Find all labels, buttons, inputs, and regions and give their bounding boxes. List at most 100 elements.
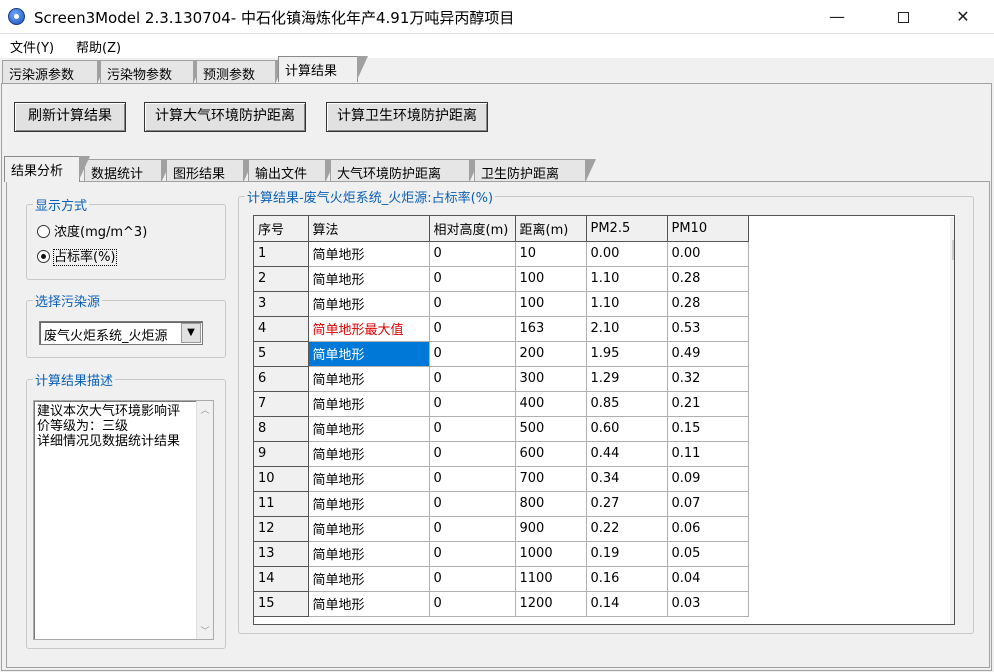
cell-algorithm[interactable]: 简单地形 <box>308 591 430 617</box>
menu-file[interactable]: 文件(Y) <box>10 37 54 56</box>
cell-pm25[interactable]: 0.16 <box>586 566 668 592</box>
tab-health-protection-distance[interactable]: 卫生防护距离 <box>474 159 596 183</box>
cell-distance[interactable]: 400 <box>515 391 587 417</box>
maximize-button[interactable] <box>880 0 926 34</box>
cell-distance[interactable]: 900 <box>515 516 587 542</box>
cell-index[interactable]: 11 <box>254 491 309 517</box>
cell-relative-height[interactable]: 0 <box>429 591 516 617</box>
cell-index[interactable]: 1 <box>254 241 309 267</box>
scroll-thumb[interactable] <box>952 240 954 260</box>
cell-pm25[interactable]: 1.95 <box>586 341 668 367</box>
cell-distance[interactable]: 500 <box>515 416 587 442</box>
cell-relative-height[interactable]: 0 <box>429 266 516 292</box>
cell-index[interactable]: 15 <box>254 591 309 617</box>
cell-pm10[interactable]: 0.04 <box>667 566 749 592</box>
cell-pm25[interactable]: 1.10 <box>586 291 668 317</box>
cell-relative-height[interactable]: 0 <box>429 516 516 542</box>
col-header-algorithm[interactable]: 算法 <box>308 216 430 242</box>
cell-distance[interactable]: 800 <box>515 491 587 517</box>
tab-source-params[interactable]: 污染源参数 <box>2 60 108 84</box>
cell-relative-height[interactable]: 0 <box>429 366 516 392</box>
table-row[interactable]: 6 简单地形 0 300 1.29 0.32 <box>254 366 749 392</box>
cell-index[interactable]: 12 <box>254 516 309 542</box>
tab-prediction-params[interactable]: 预测参数 <box>196 60 286 84</box>
cell-algorithm[interactable]: 简单地形 <box>308 416 430 442</box>
radio-concentration[interactable]: 浓度(mg/m^3) <box>37 221 147 240</box>
col-header-pm25[interactable]: PM2.5 <box>586 216 668 242</box>
cell-index[interactable]: 3 <box>254 291 309 317</box>
chevron-down-icon[interactable]: ▼ <box>181 323 201 343</box>
table-row[interactable]: 9 简单地形 0 600 0.44 0.11 <box>254 441 749 467</box>
col-header-index[interactable]: 序号 <box>254 216 309 242</box>
table-row[interactable]: 15 简单地形 0 1200 0.14 0.03 <box>254 591 749 617</box>
scroll-down-icon[interactable]: ⌄ <box>950 610 954 623</box>
cell-distance[interactable]: 163 <box>515 316 587 342</box>
pollution-source-dropdown[interactable]: 废气火炬系统_火炬源 ▼ <box>39 321 203 345</box>
tab-result-analysis[interactable]: 结果分析 <box>4 156 90 182</box>
cell-distance[interactable]: 1000 <box>515 541 587 567</box>
cell-algorithm[interactable]: 简单地形 <box>308 491 430 517</box>
cell-distance[interactable]: 10 <box>515 241 587 267</box>
cell-distance[interactable]: 200 <box>515 341 587 367</box>
cell-algorithm[interactable]: 简单地形 <box>308 566 430 592</box>
cell-pm10[interactable]: 0.05 <box>667 541 749 567</box>
cell-algorithm[interactable]: 简单地形最大值 <box>308 316 430 342</box>
col-header-relative-height[interactable]: 相对高度(m) <box>429 216 516 242</box>
cell-pm25[interactable]: 1.29 <box>586 366 668 392</box>
cell-relative-height[interactable]: 0 <box>429 491 516 517</box>
cell-pm25[interactable]: 1.10 <box>586 266 668 292</box>
table-row[interactable]: 7 简单地形 0 400 0.85 0.21 <box>254 391 749 417</box>
cell-distance[interactable]: 1200 <box>515 591 587 617</box>
cell-index[interactable]: 5 <box>254 341 309 367</box>
cell-pm10[interactable]: 0.07 <box>667 491 749 517</box>
radio-standard-ratio[interactable]: 占标率(%) <box>37 246 117 266</box>
cell-algorithm[interactable]: 简单地形 <box>308 341 430 367</box>
cell-pm10[interactable]: 0.00 <box>667 241 749 267</box>
cell-pm10[interactable]: 0.15 <box>667 416 749 442</box>
cell-relative-height[interactable]: 0 <box>429 241 516 267</box>
cell-index[interactable]: 7 <box>254 391 309 417</box>
col-header-pm10[interactable]: PM10 <box>667 216 749 242</box>
cell-algorithm[interactable]: 简单地形 <box>308 291 430 317</box>
cell-relative-height[interactable]: 0 <box>429 466 516 492</box>
cell-index[interactable]: 13 <box>254 541 309 567</box>
cell-pm25[interactable]: 0.27 <box>586 491 668 517</box>
close-button[interactable]: ✕ <box>940 0 986 34</box>
cell-index[interactable]: 9 <box>254 441 309 467</box>
cell-pm25[interactable]: 0.34 <box>586 466 668 492</box>
results-grid[interactable]: 序号 算法 相对高度(m) 距离(m) PM2.5 PM10 1 简单地形 0 10 0… <box>253 215 955 625</box>
cell-index[interactable]: 14 <box>254 566 309 592</box>
cell-distance[interactable]: 100 <box>515 266 587 292</box>
cell-pm10[interactable]: 0.09 <box>667 466 749 492</box>
cell-pm25[interactable]: 0.60 <box>586 416 668 442</box>
cell-index[interactable]: 6 <box>254 366 309 392</box>
menu-help[interactable]: 帮助(Z) <box>76 37 121 56</box>
cell-relative-height[interactable]: 0 <box>429 316 516 342</box>
table-row[interactable]: 2 简单地形 0 100 1.10 0.28 <box>254 266 749 292</box>
cell-relative-height[interactable]: 0 <box>429 416 516 442</box>
cell-distance[interactable]: 600 <box>515 441 587 467</box>
cell-algorithm[interactable]: 简单地形 <box>308 516 430 542</box>
cell-algorithm[interactable]: 简单地形 <box>308 266 430 292</box>
tab-atm-protection-distance[interactable]: 大气环境防护距离 <box>330 159 480 183</box>
cell-relative-height[interactable]: 0 <box>429 541 516 567</box>
cell-pm25[interactable]: 0.00 <box>586 241 668 267</box>
cell-relative-height[interactable]: 0 <box>429 291 516 317</box>
cell-algorithm[interactable]: 简单地形 <box>308 441 430 467</box>
cell-pm10[interactable]: 0.21 <box>667 391 749 417</box>
scroll-up-icon[interactable]: ︿ <box>197 403 213 416</box>
cell-pm10[interactable]: 0.53 <box>667 316 749 342</box>
scroll-down-icon[interactable]: ﹀ <box>197 624 213 637</box>
table-row[interactable]: 8 简单地形 0 500 0.60 0.15 <box>254 416 749 442</box>
minimize-button[interactable]: — <box>814 0 860 34</box>
cell-pm25[interactable]: 0.44 <box>586 441 668 467</box>
table-row[interactable]: 3 简单地形 0 100 1.10 0.28 <box>254 291 749 317</box>
cell-pm25[interactable]: 2.10 <box>586 316 668 342</box>
tab-calc-results[interactable]: 计算结果 <box>278 56 368 82</box>
cell-pm25[interactable]: 0.22 <box>586 516 668 542</box>
tab-data-stats[interactable]: 数据统计 <box>84 159 172 183</box>
cell-distance[interactable]: 700 <box>515 466 587 492</box>
cell-pm25[interactable]: 0.85 <box>586 391 668 417</box>
cell-pm10[interactable]: 0.06 <box>667 516 749 542</box>
description-scrollbar[interactable]: ︿ ﹀ <box>196 401 213 639</box>
